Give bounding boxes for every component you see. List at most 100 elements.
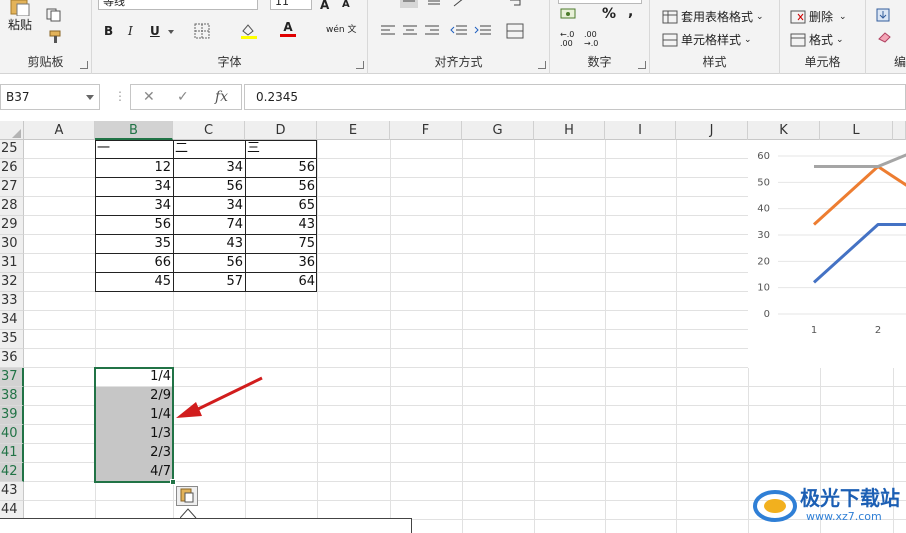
merge-center-icon[interactable] <box>506 23 524 39</box>
column-header-H[interactable]: H <box>534 121 605 140</box>
fraction-cell[interactable]: 1/4 <box>95 368 173 387</box>
fraction-cell[interactable]: 2/9 <box>95 387 173 406</box>
table-cell[interactable]: 57 <box>173 273 245 292</box>
table-cell[interactable]: 34 <box>95 178 173 197</box>
row-header-30[interactable]: 30 <box>0 235 24 254</box>
orientation-icon[interactable] <box>452 0 468 8</box>
table-cell[interactable]: 56 <box>95 216 173 235</box>
row-header-43[interactable]: 43 <box>0 482 24 501</box>
row-header-26[interactable]: 26 <box>0 159 24 178</box>
underline-button[interactable]: U <box>150 24 160 38</box>
format-painter-icon[interactable] <box>48 30 64 44</box>
table-cell[interactable]: 56 <box>173 178 245 197</box>
top-align-icon[interactable] <box>400 0 418 8</box>
row-header-42[interactable]: 42 <box>0 463 24 482</box>
font-name-select[interactable]: 等线 <box>98 0 258 10</box>
table-cell[interactable]: 75 <box>245 235 317 254</box>
column-header-K[interactable]: K <box>748 121 820 140</box>
cancel-icon[interactable]: ✕ <box>143 89 155 105</box>
row-header-27[interactable]: 27 <box>0 178 24 197</box>
row-header-39[interactable]: 39 <box>0 406 24 425</box>
alignment-launcher-icon[interactable] <box>538 61 546 69</box>
table-cell[interactable]: 56 <box>173 254 245 273</box>
formula-input[interactable]: 0.2345 <box>244 84 906 110</box>
chart-series-line-2[interactable] <box>812 165 906 226</box>
align-center-icon[interactable] <box>402 24 418 38</box>
accounting-format-icon[interactable] <box>560 6 580 22</box>
fill-color-icon[interactable] <box>240 22 258 40</box>
fill-down-icon[interactable] <box>876 8 890 22</box>
table-cell[interactable]: 35 <box>95 235 173 254</box>
table-cell[interactable]: 64 <box>245 273 317 292</box>
column-header-J[interactable]: J <box>676 121 748 140</box>
table-cell[interactable]: 56 <box>245 159 317 178</box>
font-size-select[interactable]: 11 <box>270 0 312 10</box>
row-header-38[interactable]: 38 <box>0 387 24 406</box>
fraction-cell[interactable]: 2/3 <box>95 444 173 463</box>
table-cell[interactable]: 45 <box>95 273 173 292</box>
percent-button[interactable]: % <box>602 6 616 22</box>
delete-cells-button[interactable]: 删除 ⌄ <box>790 8 847 25</box>
column-header-F[interactable]: F <box>390 121 462 140</box>
column-header-G[interactable]: G <box>462 121 534 140</box>
font-color-button[interactable]: A <box>280 20 296 37</box>
name-box[interactable]: B37 <box>0 84 100 110</box>
line-chart[interactable]: 0 10 20 30 40 50 60 1 2 <box>748 140 906 368</box>
format-as-table-button[interactable]: 套用表格格式 ⌄ <box>662 8 764 25</box>
column-header-L[interactable]: L <box>820 121 893 140</box>
chart-series-line-1[interactable] <box>812 222 906 284</box>
row-header-34[interactable]: 34 <box>0 311 24 330</box>
underline-dropdown-icon[interactable] <box>168 30 174 34</box>
phonetic-guide-button[interactable]: wén 文 <box>326 22 356 35</box>
table-header-cell[interactable]: 二 <box>173 140 245 159</box>
italic-button[interactable]: I <box>128 24 133 38</box>
align-left-icon[interactable] <box>380 24 396 38</box>
increase-indent-icon[interactable] <box>474 24 492 38</box>
bold-button[interactable]: B <box>104 24 113 38</box>
table-cell[interactable]: 43 <box>173 235 245 254</box>
fill-handle[interactable] <box>170 479 176 485</box>
fraction-cell[interactable]: 1/3 <box>95 425 173 444</box>
fraction-cell[interactable]: 4/7 <box>95 463 173 482</box>
table-cell[interactable]: 74 <box>173 216 245 235</box>
table-cell[interactable]: 34 <box>95 197 173 216</box>
row-header-36[interactable]: 36 <box>0 349 24 368</box>
table-cell[interactable]: 65 <box>245 197 317 216</box>
decrease-indent-icon[interactable] <box>450 24 468 38</box>
clear-eraser-icon[interactable] <box>876 31 892 43</box>
column-header-B[interactable]: B <box>95 121 173 140</box>
grow-font-button[interactable]: A <box>320 0 329 12</box>
borders-icon[interactable] <box>194 23 210 39</box>
row-header-31[interactable]: 31 <box>0 254 24 273</box>
table-header-cell[interactable]: 一 <box>95 140 173 159</box>
row-header-33[interactable]: 33 <box>0 292 24 311</box>
column-header-partial[interactable] <box>893 121 906 140</box>
fraction-cell[interactable]: 1/4 <box>95 406 173 425</box>
row-header-40[interactable]: 40 <box>0 425 24 444</box>
paste-options-button[interactable] <box>176 486 198 506</box>
column-header-A[interactable]: A <box>24 121 95 140</box>
chevron-down-icon[interactable] <box>86 95 94 100</box>
row-header-25[interactable]: 25 <box>0 140 24 159</box>
column-header-E[interactable]: E <box>317 121 390 140</box>
table-cell[interactable]: 56 <box>245 178 317 197</box>
column-header-C[interactable]: C <box>173 121 245 140</box>
row-header-28[interactable]: 28 <box>0 197 24 216</box>
decrease-decimal-icon[interactable]: .00 →.0 <box>584 30 598 48</box>
shrink-font-button[interactable]: A <box>342 0 350 10</box>
table-cell[interactable]: 36 <box>245 254 317 273</box>
wrap-text-icon[interactable] <box>508 0 524 8</box>
table-header-cell[interactable]: 三 <box>245 140 317 159</box>
table-cell[interactable]: 34 <box>173 197 245 216</box>
row-header-32[interactable]: 32 <box>0 273 24 292</box>
table-cell[interactable]: 66 <box>95 254 173 273</box>
enter-check-icon[interactable]: ✓ <box>177 89 189 105</box>
column-header-D[interactable]: D <box>245 121 317 140</box>
row-header-35[interactable]: 35 <box>0 330 24 349</box>
align-right-icon[interactable] <box>424 24 440 38</box>
drag-handle-icon[interactable]: ⋮ <box>114 89 126 103</box>
increase-decimal-icon[interactable]: ←.0.00 <box>560 30 574 48</box>
column-header-I[interactable]: I <box>605 121 676 140</box>
row-header-37[interactable]: 37 <box>0 368 24 387</box>
copy-icon[interactable] <box>46 8 62 22</box>
